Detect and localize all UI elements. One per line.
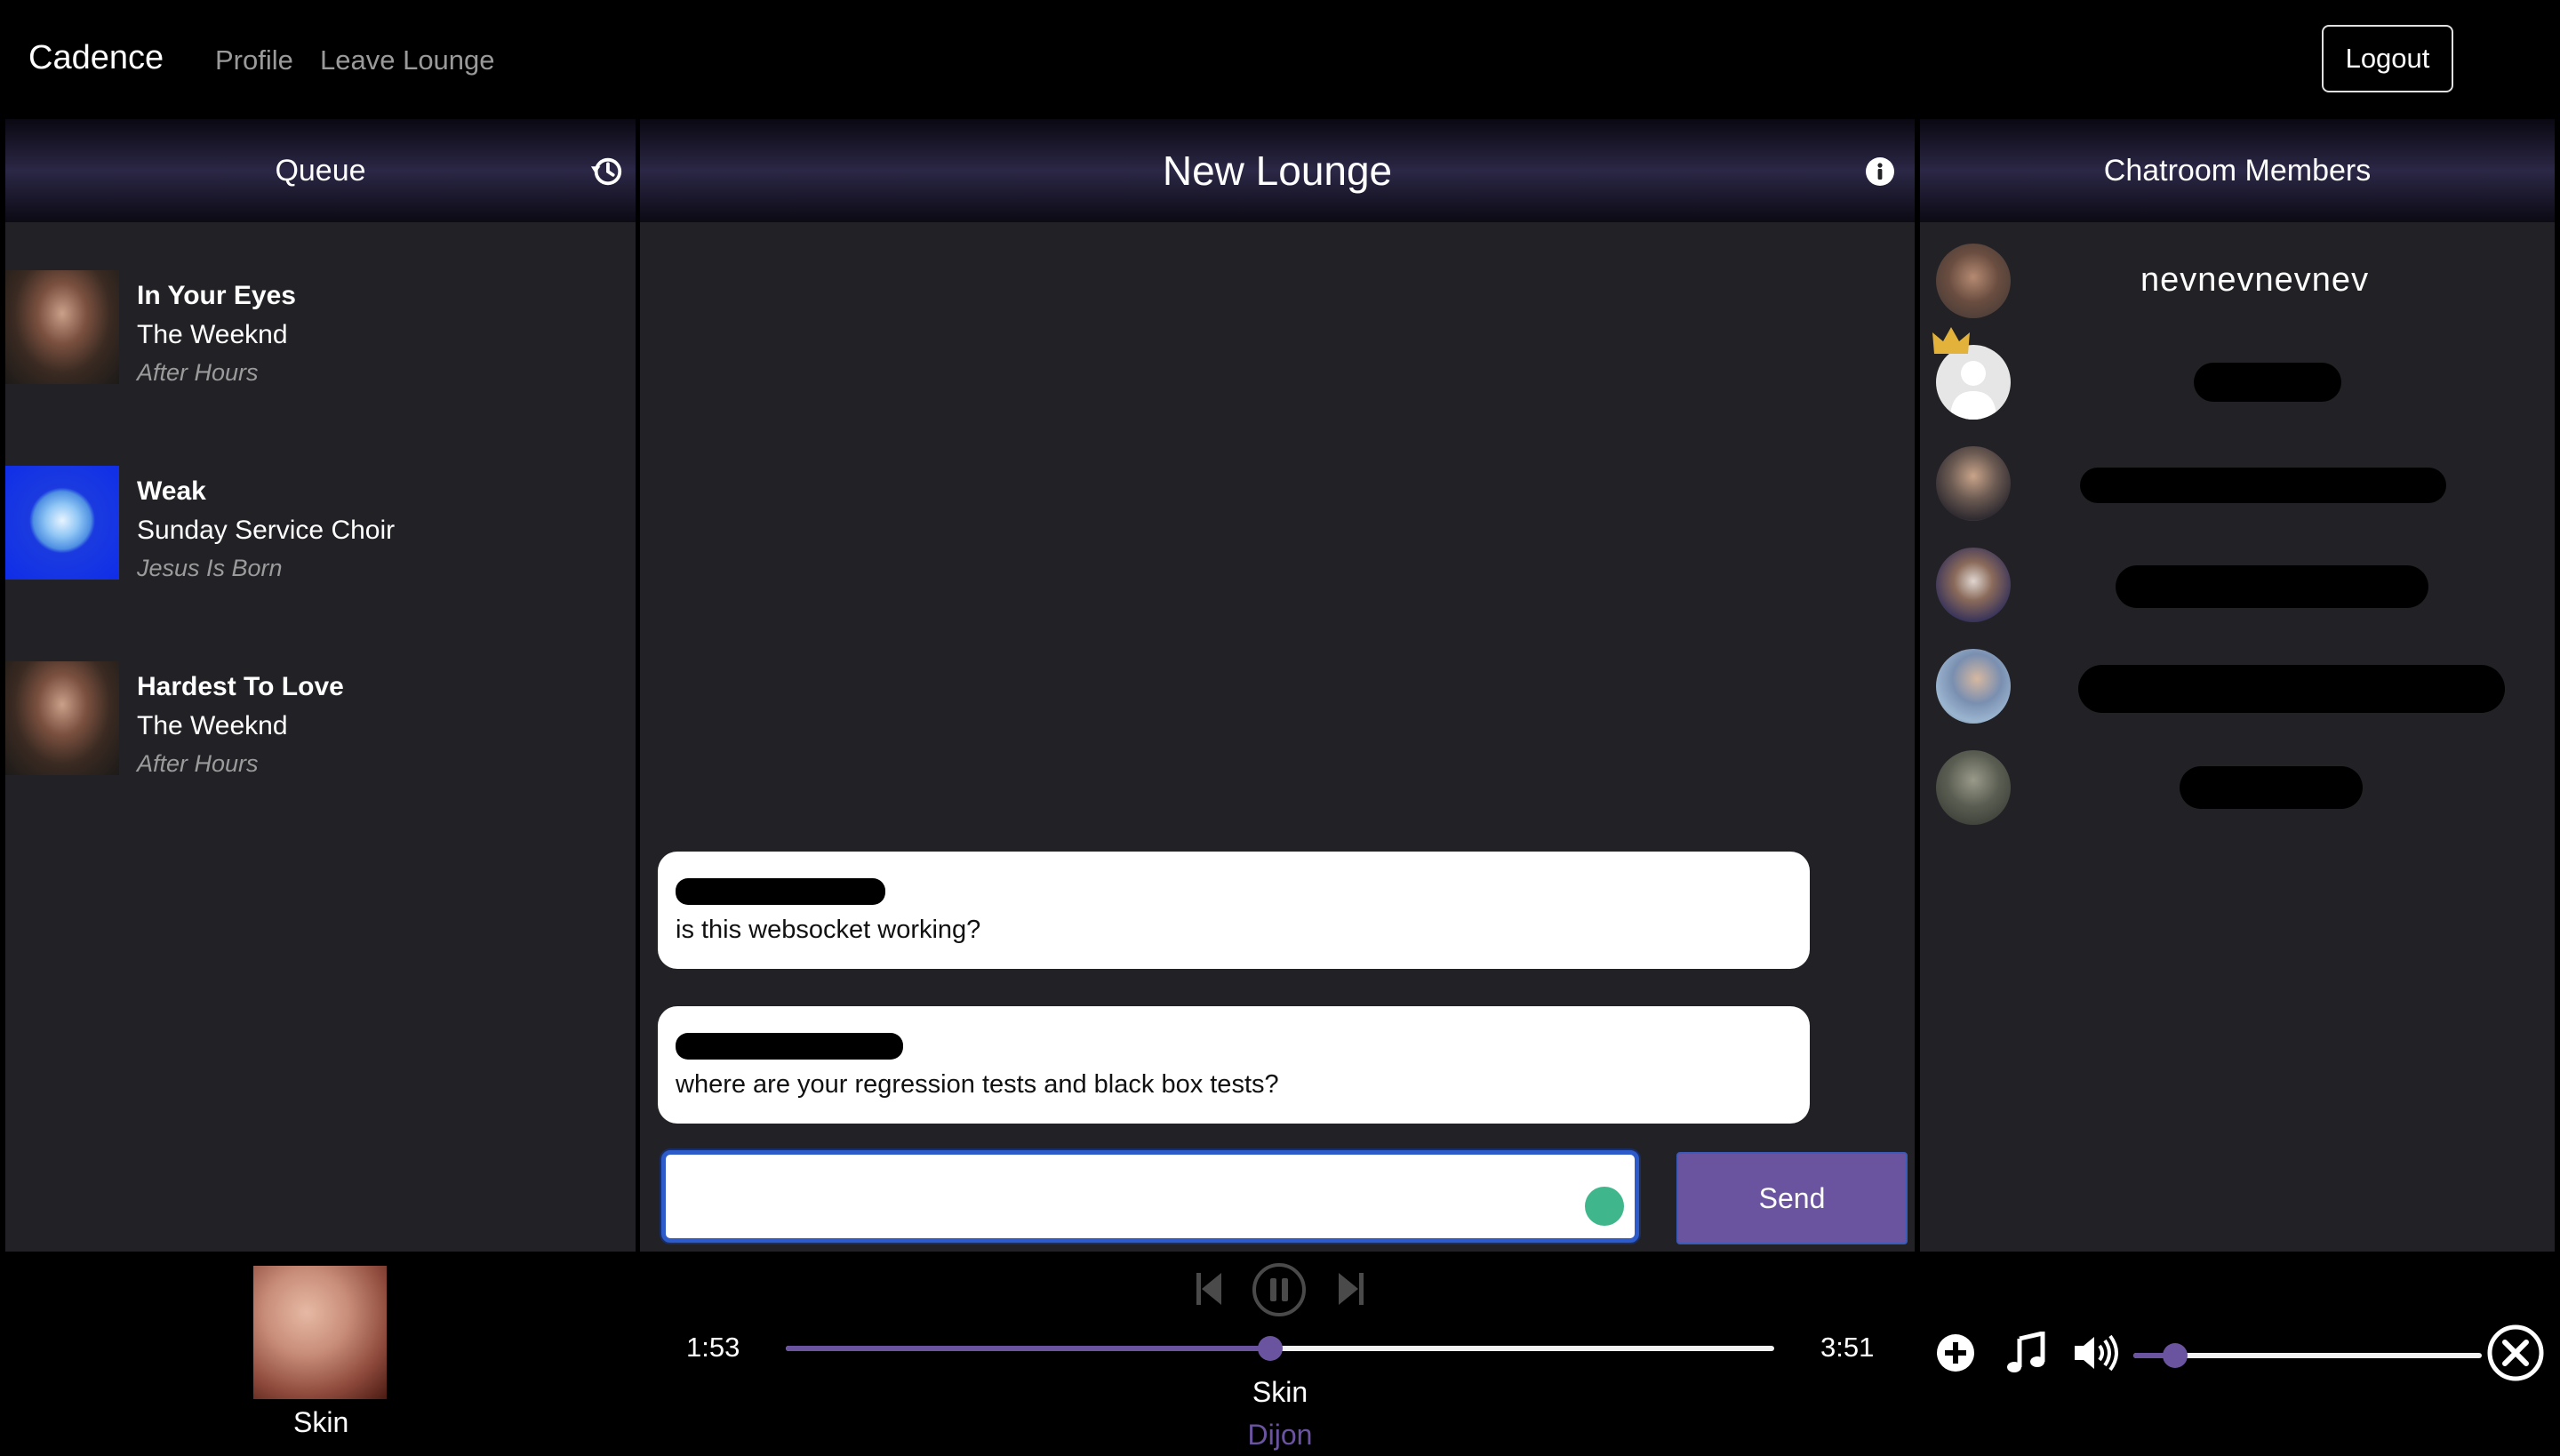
- album-art: [5, 270, 119, 384]
- progress-thumb[interactable]: [1258, 1336, 1283, 1361]
- nav-profile-link[interactable]: Profile: [215, 44, 293, 76]
- queue-item-title: Hardest To Love: [137, 672, 344, 701]
- message-sender-redacted: [676, 878, 885, 905]
- queue-item-artist: The Weeknd: [137, 320, 288, 349]
- album-art: [5, 466, 119, 580]
- members-panel: Chatroom Members nevnevnevnev: [1920, 119, 2555, 1252]
- add-song-icon[interactable]: [1936, 1333, 1975, 1372]
- volume-thumb[interactable]: [2163, 1343, 2188, 1368]
- skip-forward-icon[interactable]: [1339, 1269, 1364, 1308]
- duration-time: 3:51: [1820, 1332, 1875, 1363]
- volume-icon[interactable]: [2075, 1335, 2121, 1371]
- queue-item[interactable]: In Your Eyes The Weeknd After Hours: [5, 270, 628, 386]
- member-row[interactable]: nevnevnevnev: [1936, 244, 2540, 320]
- redacted-name: [2116, 565, 2428, 608]
- progress-bar[interactable]: [786, 1336, 1774, 1361]
- queue-item-album: After Hours: [137, 359, 259, 386]
- queue-item-album: Jesus Is Born: [137, 555, 283, 581]
- info-icon[interactable]: [1865, 156, 1895, 187]
- queue-title: Queue: [275, 153, 366, 188]
- lounge-header: New Lounge: [640, 119, 1915, 222]
- logout-button[interactable]: Logout: [2322, 25, 2453, 92]
- queue-header: Queue: [5, 119, 636, 222]
- pause-button[interactable]: [1252, 1262, 1307, 1317]
- members-header: Chatroom Members: [1920, 119, 2555, 222]
- top-nav: Cadence Profile Leave Lounge Logout: [0, 0, 2560, 119]
- member-row[interactable]: [1936, 446, 2540, 523]
- chat-message: is this websocket working?: [658, 852, 1810, 969]
- queue-item[interactable]: Hardest To Love The Weeknd After Hours: [5, 661, 628, 777]
- member-name: nevnevnevnev: [2140, 261, 2370, 299]
- queue-item-album: After Hours: [137, 750, 259, 777]
- queue-item-title: In Your Eyes: [137, 281, 296, 310]
- redacted-name: [2080, 468, 2446, 503]
- message-text: where are your regression tests and blac…: [676, 1070, 1279, 1099]
- volume-slider[interactable]: [2133, 1343, 2482, 1368]
- music-player: Skin 1:53 3:51 Skin Dijon: [0, 1252, 2560, 1456]
- redacted-name: [2078, 665, 2505, 713]
- crown-icon: [1932, 327, 1970, 354]
- avatar: [1936, 244, 2011, 318]
- grammarly-icon[interactable]: [1585, 1187, 1624, 1226]
- lounge-chat-panel: New Lounge is this websocket working? wh…: [640, 119, 1915, 1252]
- member-row[interactable]: [1932, 327, 2540, 421]
- member-row[interactable]: [1936, 649, 2540, 725]
- avatar: [1936, 446, 2011, 521]
- message-input[interactable]: [661, 1150, 1639, 1243]
- close-player-icon[interactable]: [2487, 1324, 2544, 1381]
- elapsed-time: 1:53: [686, 1332, 740, 1363]
- nav-leave-lounge-link[interactable]: Leave Lounge: [320, 44, 495, 76]
- music-note-icon[interactable]: [2007, 1332, 2046, 1374]
- album-art: [5, 661, 119, 775]
- queue-item-title: Weak: [137, 476, 206, 506]
- history-icon[interactable]: [590, 155, 624, 188]
- member-row[interactable]: [1936, 548, 2540, 624]
- members-title: Chatroom Members: [2103, 153, 2372, 188]
- queue-item-artist: Sunday Service Choir: [137, 516, 396, 545]
- member-row[interactable]: [1936, 750, 2540, 827]
- now-playing-title: Skin: [1252, 1376, 1308, 1408]
- queue-item[interactable]: Weak Sunday Service Choir Jesus Is Born: [5, 466, 628, 581]
- message-sender-redacted: [676, 1033, 903, 1060]
- avatar: [1936, 548, 2011, 622]
- redacted-name: [2180, 766, 2363, 809]
- chat-message: where are your regression tests and blac…: [658, 1006, 1810, 1124]
- now-playing-artist[interactable]: Dijon: [0, 1419, 2560, 1452]
- queue-panel: Queue In Your Eyes The Weeknd After Hour…: [5, 119, 636, 1252]
- brand-logo[interactable]: Cadence: [28, 39, 164, 77]
- redacted-name: [2194, 363, 2341, 402]
- message-text: is this websocket working?: [676, 916, 981, 944]
- avatar: [1936, 649, 2011, 724]
- skip-back-icon[interactable]: [1196, 1269, 1221, 1308]
- send-button[interactable]: Send: [1676, 1152, 1908, 1244]
- queue-item-artist: The Weeknd: [137, 711, 288, 740]
- lounge-title: New Lounge: [1162, 148, 1393, 194]
- progress-fill: [786, 1346, 1270, 1351]
- avatar: [1936, 750, 2011, 825]
